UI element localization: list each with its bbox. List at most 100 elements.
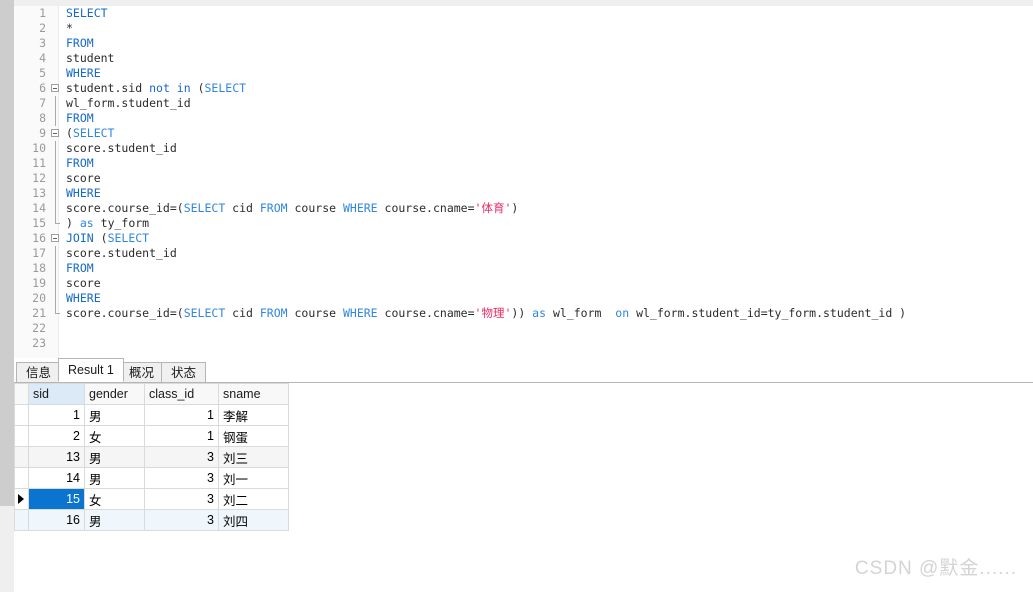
fold-marker (50, 6, 63, 21)
code-line[interactable]: 16 JOIN (SELECT (14, 231, 1033, 246)
code-line[interactable]: 8 FROM (14, 111, 1033, 126)
fold-marker[interactable] (50, 231, 63, 246)
code-token: ) (66, 216, 80, 230)
fold-marker (50, 51, 63, 66)
code-text: * (66, 21, 73, 36)
tab-result-1[interactable]: Result 1 (58, 358, 124, 382)
code-text: SELECT (66, 6, 108, 21)
code-token: SELECT (107, 231, 150, 245)
fold-guide-line (55, 276, 56, 291)
results-grid[interactable]: sid gender class_id sname 1 男 1 李解 2 女 1 钢蛋 13 男 3 刘三 1… (14, 383, 289, 531)
cell-gender[interactable]: 男 (84, 509, 145, 531)
code-line[interactable]: 17 score.student_id (14, 246, 1033, 261)
cell-gender[interactable]: 女 (84, 488, 145, 510)
cell-class_id[interactable]: 3 (144, 467, 219, 489)
line-number: 20 (32, 291, 46, 305)
cell-sname[interactable]: 李解 (218, 404, 289, 426)
column-header-gender[interactable]: gender (84, 383, 145, 405)
code-line[interactable]: 15) as ty_form (14, 216, 1033, 231)
cell-class_id[interactable]: 3 (144, 509, 219, 531)
cell-sid[interactable]: 15 (28, 488, 85, 510)
tab-item-2[interactable]: 概况 (119, 362, 165, 382)
table-row[interactable]: 16 男 3 刘四 (14, 509, 289, 531)
code-line[interactable]: 4 student (14, 51, 1033, 66)
code-line[interactable]: 12 score (14, 171, 1033, 186)
table-row[interactable]: 14 男 3 刘一 (14, 467, 289, 489)
code-text: WHERE (66, 291, 101, 306)
cell-gender[interactable]: 男 (84, 446, 145, 468)
cell-sid[interactable]: 14 (28, 467, 85, 489)
code-line[interactable]: 13 WHERE (14, 186, 1033, 201)
code-line[interactable]: 20 WHERE (14, 291, 1033, 306)
row-marker[interactable] (14, 446, 29, 468)
row-marker[interactable] (14, 488, 29, 510)
code-line[interactable]: 5 WHERE (14, 66, 1033, 81)
cell-gender[interactable]: 男 (84, 467, 145, 489)
cell-sname[interactable]: 钢蛋 (218, 425, 289, 447)
cell-class_id[interactable]: 1 (144, 425, 219, 447)
tab-item-3[interactable]: 状态 (161, 362, 207, 382)
code-token: course (287, 201, 343, 215)
cell-sname[interactable]: 刘二 (218, 488, 289, 510)
table-row[interactable]: 1 男 1 李解 (14, 404, 289, 426)
window-left-scroll-strip[interactable] (0, 0, 14, 506)
row-marker[interactable] (14, 404, 29, 426)
code-line[interactable]: 18 FROM (14, 261, 1033, 276)
fold-guide-line (55, 96, 56, 111)
cell-sid[interactable]: 16 (28, 509, 85, 531)
cell-sid[interactable]: 2 (28, 425, 85, 447)
table-row[interactable]: 2 女 1 钢蛋 (14, 425, 289, 447)
code-line[interactable]: 9 (SELECT (14, 126, 1033, 141)
code-text: student.sid not in (SELECT (66, 81, 246, 96)
cell-class_id[interactable]: 1 (144, 404, 219, 426)
fold-marker (50, 321, 63, 336)
code-line[interactable]: 3 FROM (14, 36, 1033, 51)
code-text: wl_form.student_id (66, 96, 191, 111)
code-line[interactable]: 19 score (14, 276, 1033, 291)
cell-gender[interactable]: 女 (84, 425, 145, 447)
results-tabbar[interactable]: 信息 Result 1 概况 状态 (14, 358, 1033, 383)
column-header-sname[interactable]: sname (218, 383, 289, 405)
table-row[interactable]: 13 男 3 刘三 (14, 446, 289, 468)
column-header-class_id[interactable]: class_id (144, 383, 219, 405)
cell-sid[interactable]: 1 (28, 404, 85, 426)
tab-item-0[interactable]: 信息 (16, 362, 62, 382)
code-line[interactable]: 11 FROM (14, 156, 1033, 171)
code-text: score.student_id (66, 246, 177, 261)
cell-gender[interactable]: 男 (84, 404, 145, 426)
cell-sname[interactable]: 刘三 (218, 446, 289, 468)
fold-marker[interactable] (50, 126, 63, 141)
cell-class_id[interactable]: 3 (144, 446, 219, 468)
row-marker[interactable] (14, 467, 29, 489)
fold-collapse-icon[interactable] (51, 234, 59, 242)
code-text: score (66, 171, 101, 186)
code-line[interactable]: 21 score.course_id=(SELECT cid FROM cours… (14, 306, 1033, 321)
sql-editor[interactable]: 1 SELECT 2 * 3 FROM 4 student 5 WHERE 6 student.sid… (14, 6, 1033, 358)
fold-marker[interactable] (50, 81, 63, 96)
cell-class_id[interactable]: 3 (144, 488, 219, 510)
code-line[interactable]: 6 student.sid not in (SELECT (14, 81, 1033, 96)
code-line[interactable]: 23 (14, 336, 1033, 351)
code-line[interactable]: 22 (14, 321, 1033, 336)
code-line[interactable]: 10 score.student_id (14, 141, 1033, 156)
row-marker[interactable] (14, 509, 29, 531)
grid-body[interactable]: 1 男 1 李解 2 女 1 钢蛋 13 男 3 刘三 14 男 3 刘一 15 女 3 刘二 16 男 3 刘四 (14, 404, 289, 531)
cell-sname[interactable]: 刘四 (218, 509, 289, 531)
code-line[interactable]: 2 * (14, 21, 1033, 36)
cell-sname[interactable]: 刘一 (218, 467, 289, 489)
code-line[interactable]: 1 SELECT (14, 6, 1033, 21)
code-token: WHERE (342, 201, 378, 215)
code-token: SELECT (72, 126, 115, 140)
cell-sid[interactable]: 13 (28, 446, 85, 468)
fold-marker (50, 186, 63, 201)
code-line[interactable]: 14 score.course_id=(SELECT cid FROM cours… (14, 201, 1033, 216)
fold-collapse-icon[interactable] (51, 84, 59, 92)
fold-guide-line (55, 246, 56, 261)
column-header-sid[interactable]: sid (28, 383, 85, 405)
code-line-list[interactable]: 1 SELECT 2 * 3 FROM 4 student 5 WHERE 6 student.sid… (14, 6, 1033, 351)
row-marker[interactable] (14, 425, 29, 447)
table-row[interactable]: 15 女 3 刘二 (14, 488, 289, 510)
code-line[interactable]: 7 wl_form.student_id (14, 96, 1033, 111)
fold-collapse-icon[interactable] (51, 129, 59, 137)
line-number: 22 (32, 321, 46, 335)
